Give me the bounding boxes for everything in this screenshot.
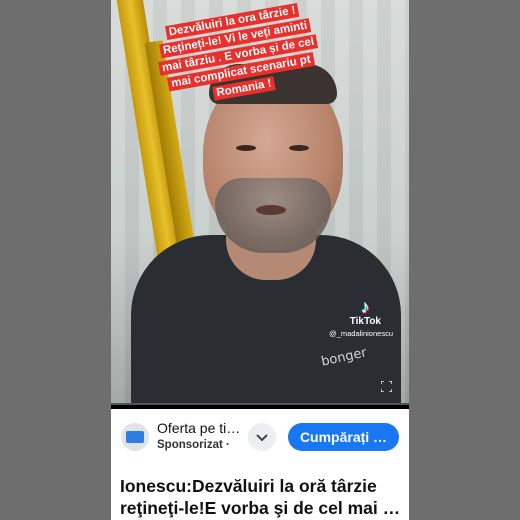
ad-title[interactable]: Oferta pe ti… bbox=[157, 420, 240, 436]
tiktok-watermark: ♪ TikTok bbox=[350, 298, 381, 327]
tiktok-logo-icon: ♪ bbox=[360, 297, 370, 317]
sponsored-ad-bar: Oferta pe ti… Sponsorizat · Cumpărați … bbox=[111, 409, 409, 459]
eye bbox=[236, 145, 256, 151]
tiktok-brand: TikTok bbox=[349, 316, 381, 327]
eye bbox=[289, 145, 309, 151]
mouth bbox=[256, 205, 286, 215]
article-headline[interactable]: Ionescu:Dezvăluiri la oră târzie reţineţ… bbox=[111, 459, 409, 520]
advertiser-logo-icon bbox=[126, 431, 144, 443]
headline-text: Ionescu:Dezvăluiri la oră târzie reţineţ… bbox=[120, 476, 401, 518]
fullscreen-icon[interactable] bbox=[381, 381, 392, 392]
creator-handle: @_madalinionescu bbox=[329, 329, 393, 338]
feed-card: bonger Dezvăluiri la ora târzie ! Reține… bbox=[111, 0, 409, 520]
sponsored-label: Sponsorizat · bbox=[157, 439, 230, 451]
video-player[interactable]: bonger Dezvăluiri la ora târzie ! Reține… bbox=[111, 0, 409, 405]
ad-expand-button[interactable] bbox=[248, 423, 276, 451]
chevron-down-icon bbox=[256, 434, 268, 442]
video-progress-bar[interactable] bbox=[111, 403, 409, 405]
advertiser-avatar[interactable] bbox=[121, 423, 149, 451]
shop-now-button[interactable]: Cumpărați … bbox=[288, 423, 399, 451]
